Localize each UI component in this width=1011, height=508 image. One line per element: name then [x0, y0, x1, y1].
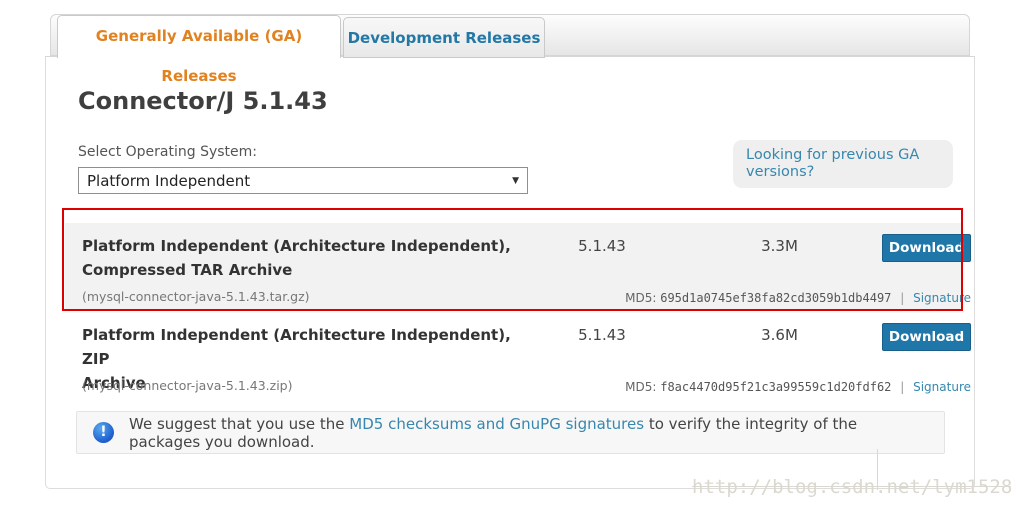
download-title: Platform Independent (Architecture Indep… — [82, 323, 527, 392]
download-title-line1: Platform Independent (Architecture Indep… — [82, 326, 511, 368]
mysql-download-page: Generally Available (GA) Releases Develo… — [0, 0, 1011, 508]
download-row-zip: Platform Independent (Architecture Indep… — [65, 312, 971, 399]
os-select-label: Select Operating System: — [78, 144, 258, 160]
notice-text-before: We suggest that you use the — [129, 414, 350, 433]
previous-ga-versions-link[interactable]: Looking for previous GA versions? — [733, 140, 953, 188]
download-version: 5.1.43 — [578, 237, 626, 255]
md5-hash: 695d1a0745ef38fa82cd3059b1db4497 — [660, 291, 892, 305]
signature-link-zip[interactable]: Signature — [913, 380, 971, 394]
os-select-value: Platform Independent — [87, 171, 251, 190]
tab-development-releases[interactable]: Development Releases — [343, 17, 545, 58]
download-size: 3.3M — [761, 237, 798, 255]
md5-divider: | — [900, 291, 905, 305]
download-row-tar: Platform Independent (Architecture Indep… — [65, 223, 971, 310]
md5-label: MD5: — [625, 291, 657, 305]
alert-icon: ! — [93, 422, 114, 443]
signature-link-tar[interactable]: Signature — [913, 291, 971, 305]
download-button-tar[interactable]: Download — [882, 234, 971, 262]
md5-hash: f8ac4470d95f21c3a99559c1d20fdf62 — [660, 380, 892, 394]
download-size: 3.6M — [761, 326, 798, 344]
dropdown-caret-icon: ▼ — [512, 175, 519, 186]
download-filename: (mysql-connector-java-5.1.43.zip) — [82, 378, 293, 393]
md5-label: MD5: — [625, 380, 657, 394]
notice-text: We suggest that you use the MD5 checksum… — [129, 415, 928, 451]
md5-line: MD5: 695d1a0745ef38fa82cd3059b1db4497 | … — [527, 286, 971, 305]
tab-ga-releases[interactable]: Generally Available (GA) Releases — [57, 15, 341, 85]
os-select[interactable]: Platform Independent ▼ — [78, 167, 528, 194]
checksums-signatures-link[interactable]: MD5 checksums and GnuPG signatures — [349, 415, 644, 433]
content-panel: Connector/J 5.1.43 Select Operating Syst… — [45, 56, 975, 489]
download-version: 5.1.43 — [578, 326, 626, 344]
download-button-zip[interactable]: Download — [882, 323, 971, 351]
md5-line: MD5: f8ac4470d95f21c3a99559c1d20fdf62 | … — [527, 375, 971, 394]
notice-box: ! We suggest that you use the MD5 checks… — [76, 411, 945, 454]
download-title-line1: Platform Independent (Architecture Indep… — [82, 237, 511, 255]
download-title-line2: Compressed TAR Archive — [82, 261, 293, 279]
watermark: http://blog.csdn.net/lym152898 — [692, 476, 1011, 498]
download-filename: (mysql-connector-java-5.1.43.tar.gz) — [82, 289, 310, 304]
download-title: Platform Independent (Architecture Indep… — [82, 234, 527, 286]
md5-divider: | — [900, 380, 905, 394]
